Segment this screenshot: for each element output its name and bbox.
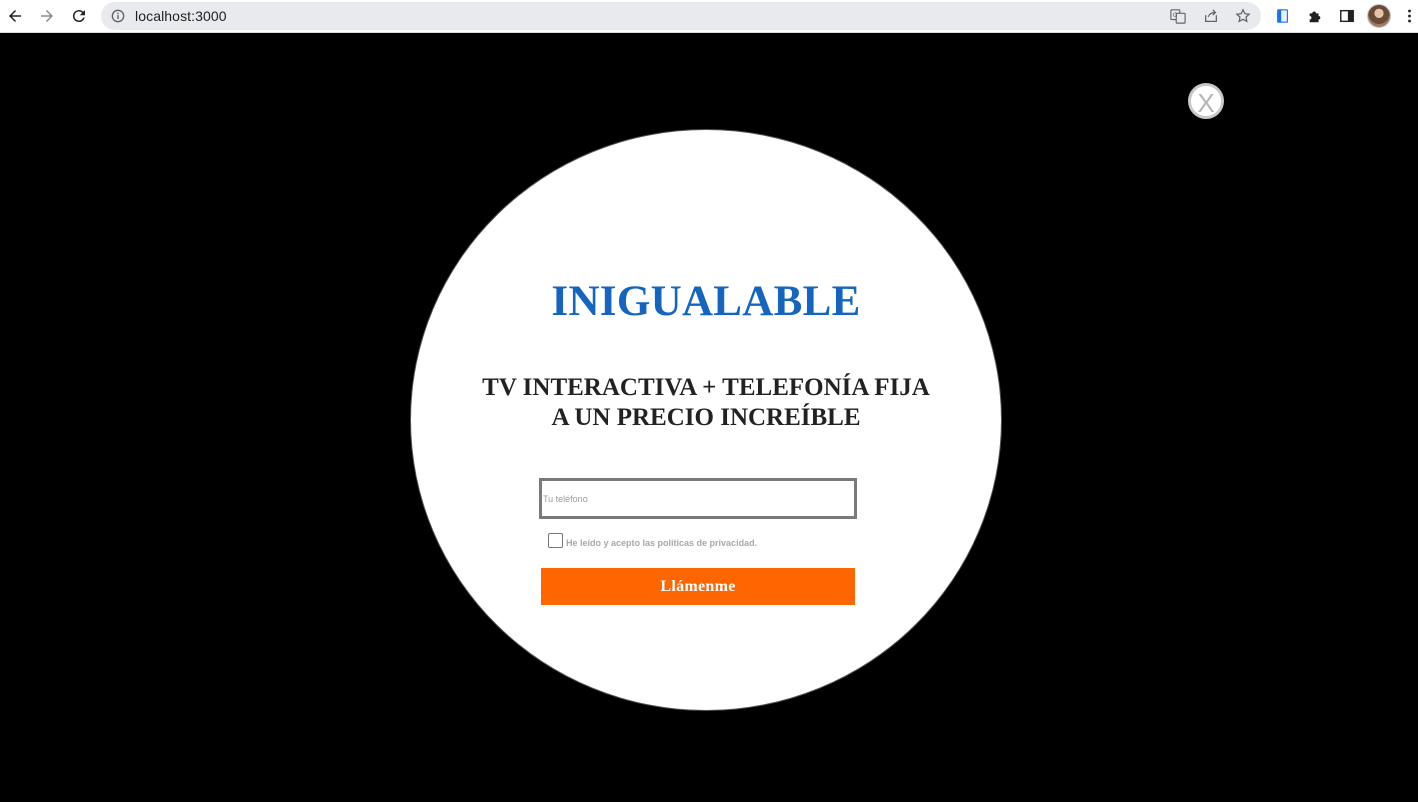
phone-input[interactable] xyxy=(539,478,857,519)
bookmark-star-icon[interactable] xyxy=(1234,7,1252,25)
reload-icon[interactable] xyxy=(67,4,91,28)
modal-close-button[interactable]: X xyxy=(1188,83,1224,119)
call-me-button[interactable]: Llámenme xyxy=(541,568,855,605)
profile-avatar[interactable] xyxy=(1367,4,1391,28)
url-text[interactable]: localhost:3000 xyxy=(135,8,227,24)
subheadline-line-2: A UN PRECIO INCREÍBLE xyxy=(551,404,861,431)
modal-headline: INIGUALABLE xyxy=(551,278,861,325)
browser-toolbar: localhost:3000 G xyxy=(0,0,1418,33)
svg-text:G: G xyxy=(1173,12,1178,19)
modal-subheadline: TV INTERACTIVA + TELEFONÍA FIJA A UN PRE… xyxy=(411,373,1001,433)
page-backdrop: X INIGUALABLE TV INTERACTIVA + TELEFONÍA… xyxy=(0,34,1418,802)
side-panel-icon[interactable] xyxy=(1336,5,1358,27)
privacy-consent-label: He leído y acepto las políticas de priva… xyxy=(566,537,758,548)
privacy-consent[interactable]: He leído y acepto las políticas de priva… xyxy=(548,533,757,548)
more-menu-icon[interactable] xyxy=(1400,5,1418,27)
address-bar[interactable]: localhost:3000 G xyxy=(101,2,1261,30)
extensions-puzzle-icon[interactable] xyxy=(1304,5,1326,27)
share-icon[interactable] xyxy=(1202,7,1220,25)
back-arrow-icon[interactable] xyxy=(3,4,27,28)
circular-modal: INIGUALABLE TV INTERACTIVA + TELEFONÍA F… xyxy=(410,129,1002,711)
extension-doc-icon[interactable] xyxy=(1272,5,1294,27)
site-info-icon[interactable] xyxy=(110,8,126,24)
forward-arrow-icon[interactable] xyxy=(35,4,59,28)
subheadline-line-1: TV INTERACTIVA + TELEFONÍA FIJA xyxy=(482,374,930,401)
translate-icon[interactable]: G xyxy=(1169,7,1187,25)
privacy-checkbox[interactable] xyxy=(548,533,563,548)
